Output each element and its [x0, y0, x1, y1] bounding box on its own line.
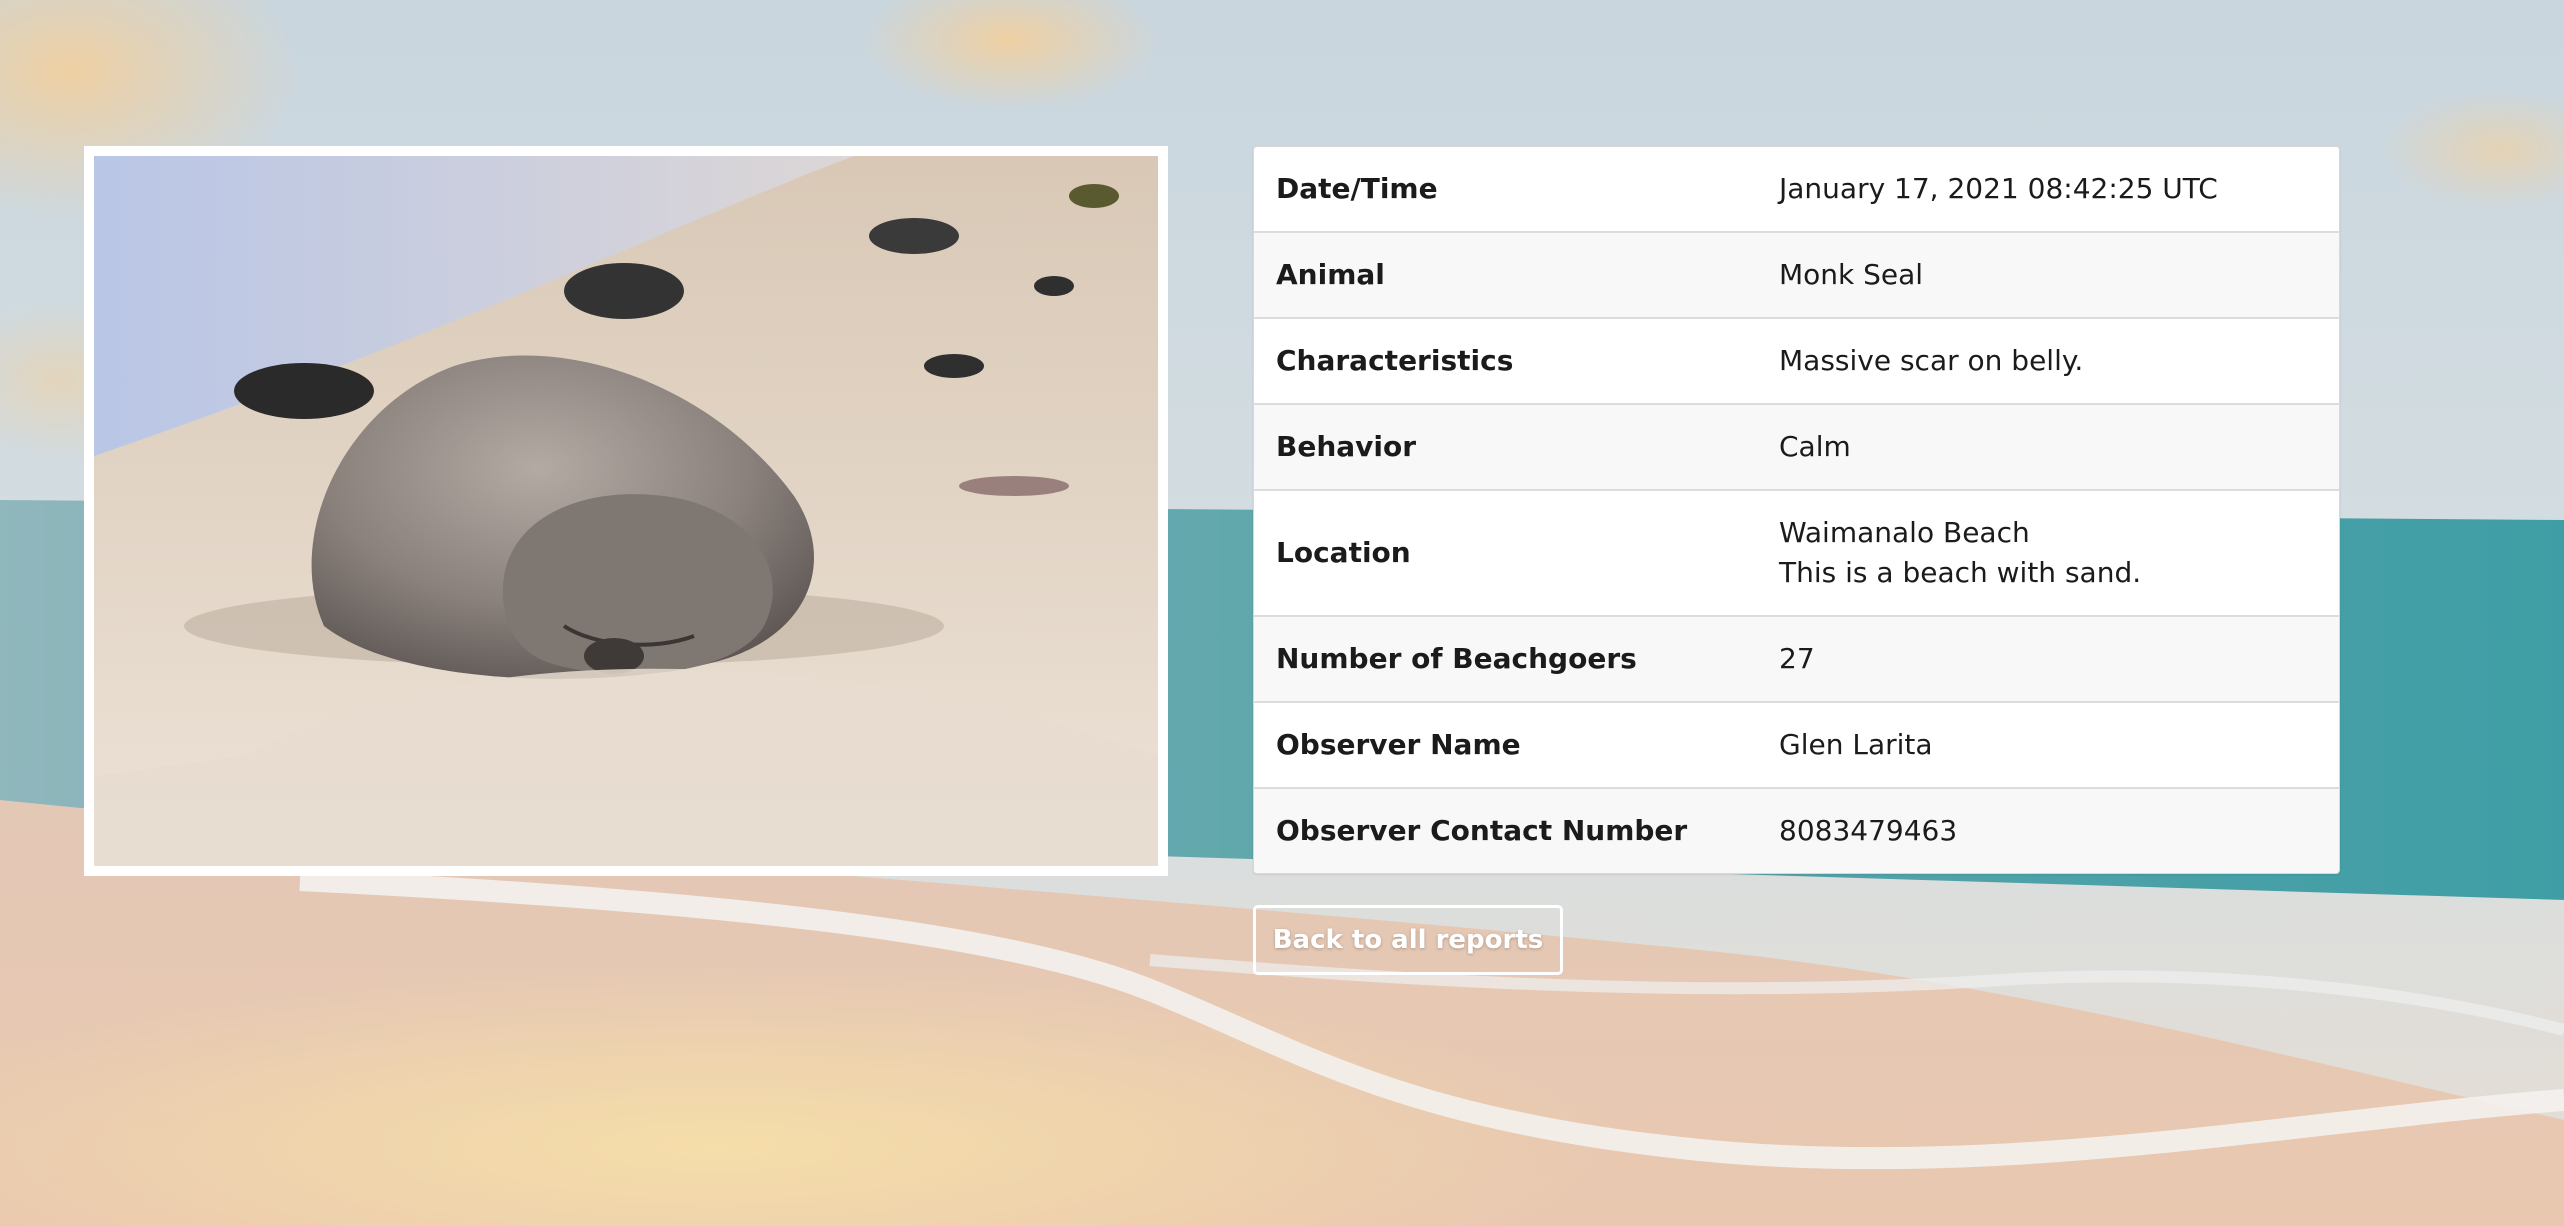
report-label: Characteristics	[1276, 344, 1514, 377]
report-row-location: Location Waimanalo Beach This is a beach…	[1254, 490, 2339, 616]
report-value: 27	[1779, 642, 1815, 675]
report-label: Observer Contact Number	[1276, 814, 1688, 847]
report-value: Monk Seal	[1779, 258, 1924, 291]
report-value: Calm	[1779, 430, 1851, 463]
report-value: January 17, 2021 08:42:25 UTC	[1779, 172, 2218, 205]
report-value: Glen Larita	[1779, 728, 1933, 761]
back-to-reports-button[interactable]: Back to all reports	[1253, 905, 1563, 975]
report-label: Number of Beachgoers	[1276, 642, 1637, 675]
report-label: Behavior	[1276, 430, 1417, 463]
report-label: Location	[1276, 536, 1411, 569]
report-row-behavior: Behavior Calm	[1254, 404, 2339, 490]
report-value: 8083479463	[1779, 814, 1958, 847]
seal-photo	[84, 146, 1168, 876]
report-row-observer-contact: Observer Contact Number 8083479463	[1254, 788, 2339, 873]
report-row-datetime: Date/Time January 17, 2021 08:42:25 UTC	[1254, 147, 2339, 232]
report-row-observer-name: Observer Name Glen Larita	[1254, 702, 2339, 788]
report-details-table: Date/Time January 17, 2021 08:42:25 UTC …	[1253, 146, 2340, 874]
report-value: Waimanalo Beach This is a beach with san…	[1757, 490, 2339, 616]
report-row-beachgoers: Number of Beachgoers 27	[1254, 616, 2339, 702]
report-value: Massive scar on belly.	[1779, 344, 2084, 377]
report-row-animal: Animal Monk Seal	[1254, 232, 2339, 318]
location-description: This is a beach with sand.	[1779, 556, 2142, 589]
report-label: Date/Time	[1276, 172, 1438, 205]
report-row-characteristics: Characteristics Massive scar on belly.	[1254, 318, 2339, 404]
location-name: Waimanalo Beach	[1779, 516, 2030, 549]
report-label: Animal	[1276, 258, 1385, 291]
report-label: Observer Name	[1276, 728, 1521, 761]
